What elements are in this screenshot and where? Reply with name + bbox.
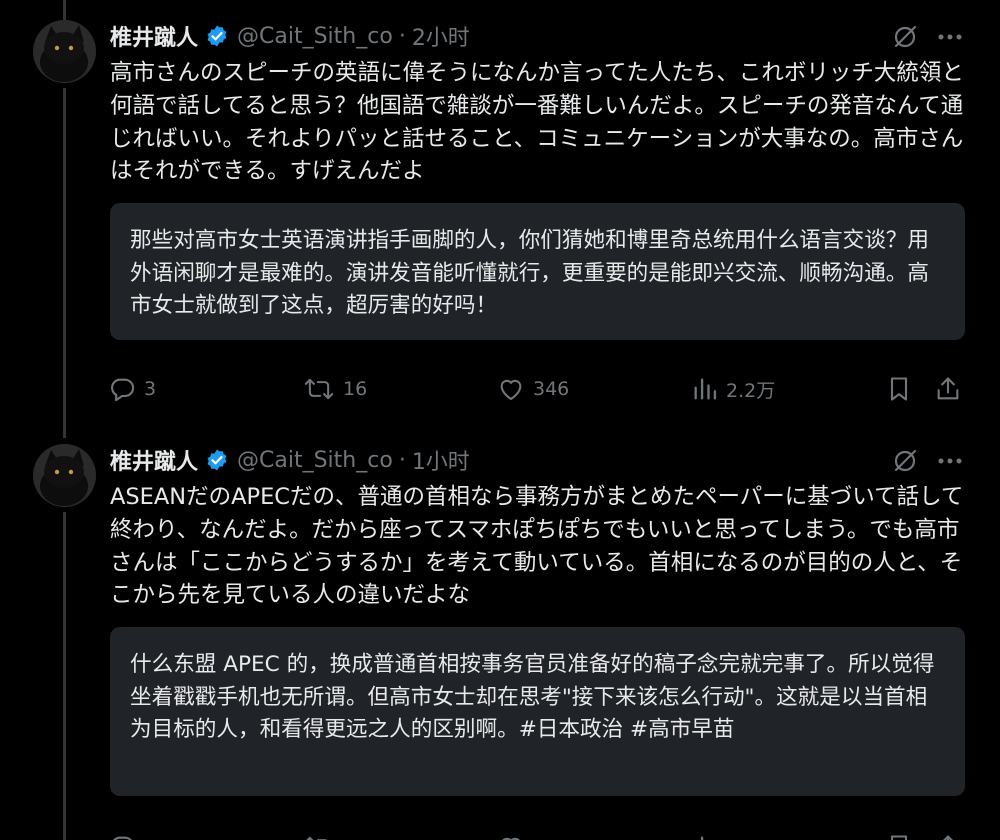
reply-button[interactable] [108,830,136,840]
share-icon[interactable] [934,372,962,406]
bookmark-icon[interactable] [886,830,912,840]
views-button[interactable]: 2.2万 [692,372,775,406]
reply-count: 3 [144,378,157,400]
action-bar [108,830,968,840]
tweet-header: 椎井蹴人 @Cait_Sith_co · 1小时 [110,442,470,478]
separator-dot: · [398,447,406,473]
more-icon[interactable] [935,22,965,52]
translation-text: 什么东盟 APEC 的，换成普通首相按事务官员准备好的稿子念完就完事了。所以觉得… [130,652,935,742]
tweet-header: 椎井蹴人 @Cait_Sith_co · 2小时 [110,18,470,54]
avatar[interactable] [33,444,96,507]
like-count: 346 [533,378,570,400]
more-icon[interactable] [935,446,965,476]
repost-count: 16 [343,378,368,400]
views-count: 2.2万 [726,379,776,402]
timestamp[interactable]: 2小时 [412,20,470,52]
like-button[interactable] [497,830,525,840]
views-button[interactable] [692,830,718,840]
views-icon [694,378,717,400]
verified-badge-icon [205,24,229,48]
reply-icon [113,836,133,840]
repost-button[interactable]: 16 [303,372,367,406]
author-name[interactable]: 椎井蹴人 [110,444,198,476]
grok-icon[interactable] [890,446,920,476]
verified-badge-icon [205,448,229,472]
tweet[interactable]: 椎井蹴人 @Cait_Sith_co · 1小时 ASEANだのAPECだの、普… [0,440,1000,840]
like-icon [502,837,520,840]
repost-icon [304,378,334,400]
reply-button[interactable]: 3 [108,372,156,406]
avatar[interactable] [33,20,96,83]
tweet-text: 高市さんのスピーチの英語に偉そうになんか言ってた人たち、これボリッチ大統領と何語… [110,60,964,185]
author-name[interactable]: 椎井蹴人 [110,20,198,52]
like-icon [500,379,522,400]
action-bar: 3 16 346 2.2万 [108,372,968,406]
bookmark-icon[interactable] [886,372,912,406]
repost-icon [306,836,328,840]
share-icon[interactable] [934,830,962,840]
reply-icon [111,378,135,402]
author-handle[interactable]: @Cait_Sith_co [237,24,393,49]
translation-text: 那些对高市女士英语演讲指手画脚的人，你们猜她和博里奇总统用什么语言交谈？用外语闲… [130,228,929,318]
translation-box: 那些对高市女士英语演讲指手画脚的人，你们猜她和博里奇总统用什么语言交谈？用外语闲… [110,203,965,340]
tweet-text: ASEANだのAPECだの、普通の首相なら事務方がまとめたペーパーに基づいて話し… [110,484,964,609]
tweet[interactable]: 椎井蹴人 @Cait_Sith_co · 2小时 高市さんのスピーチの英語に偉そ… [0,0,1000,440]
separator-dot: · [398,23,406,49]
views-icon [700,836,704,840]
translation-box: 什么东盟 APEC 的，换成普通首相按事务官员准备好的稿子念完就完事了。所以觉得… [110,627,965,796]
grok-icon[interactable] [890,22,920,52]
like-button[interactable]: 346 [497,372,569,406]
author-handle[interactable]: @Cait_Sith_co [237,448,393,473]
timestamp[interactable]: 1小时 [412,444,470,476]
repost-button[interactable] [303,830,335,840]
